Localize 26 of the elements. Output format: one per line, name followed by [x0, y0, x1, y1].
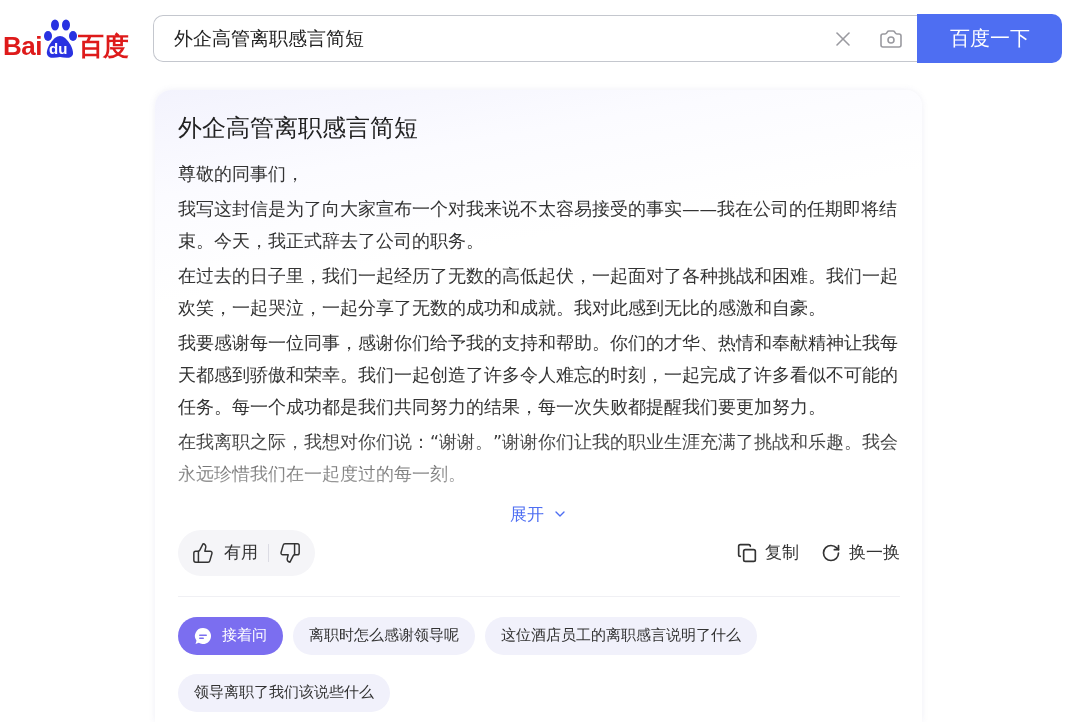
answer-title: 外企高管离职感言简短: [178, 113, 419, 144]
thumbs-down-icon[interactable]: [279, 541, 301, 564]
thumbs-up-icon: [192, 541, 214, 564]
chat-bubble-icon: [194, 626, 212, 645]
search-field[interactable]: 外企高管离职感言简短: [153, 15, 917, 62]
logo-text: Bai: [3, 32, 42, 59]
paw-icon: [42, 18, 77, 59]
logo-text: 百度: [77, 32, 129, 59]
answer-paragraph: 我要感谢每一位同事，感谢你们给予我的支持和帮助。你们的才华、热情和奉献精神让我每天都感到骄傲和荣幸。我们一起创造了许多令人难忘的时刻，一起完成了许多看似不可能的任务。每一个成功都是我们共同努力的结果，每一次失败都提醒我们要更加努力。: [178, 331, 899, 419]
refresh-button[interactable]: 换一换: [821, 541, 900, 565]
follow-up-button[interactable]: 接着问: [178, 616, 283, 655]
suggestion-chip[interactable]: 这位酒店员工的离职感言说明了什么: [485, 616, 757, 655]
logo-text: du: [48, 40, 68, 56]
copy-icon: [737, 542, 757, 563]
expand-button[interactable]: 展开: [510, 502, 568, 526]
suggestion-chip[interactable]: 领导离职了我们该说些什么: [178, 673, 390, 712]
answer-paragraph: 在我离职之际，我想对你们说：“谢谢。”谢谢你们让我的职业生涯充满了挑战和乐趣。我会永远珍惜我们在一起度过的每一刻。: [178, 430, 900, 486]
answer-paragraph: 我写这封信是为了向大家宣布一个对我来说不太容易接受的事实——我在公司的任期即将结束。今天，我正式辞去了公司的职务。: [178, 197, 899, 253]
search-button[interactable]: 百度一下: [917, 14, 1062, 63]
answer-paragraph: 在过去的日子里，我们一起经历了无数的高低起伏，一起面对了各种挑战和困难。我们一起欢笑，一起哭泣，一起分享了无数的成功和成就。我对此感到无比的感激和自豪。: [178, 264, 899, 320]
copy-button[interactable]: 复制: [737, 541, 799, 565]
refresh-icon: [821, 542, 841, 563]
useful-button[interactable]: 有用: [192, 541, 258, 565]
suggestion-chip[interactable]: 离职时怎么感谢领导呢: [293, 616, 475, 655]
search-input[interactable]: 外企高管离职感言简短: [172, 26, 807, 51]
answer-paragraph: 尊敬的同事们，: [178, 162, 305, 186]
